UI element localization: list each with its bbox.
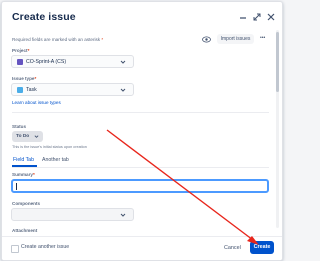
import-issues-button[interactable]: Import issues bbox=[217, 34, 254, 44]
attachment-label: Attachment bbox=[12, 228, 38, 233]
close-icon[interactable] bbox=[266, 12, 276, 22]
status-hint: This is the issue's initial status upon … bbox=[12, 145, 87, 149]
components-label: Components bbox=[12, 201, 41, 206]
project-select[interactable]: CO-Sprint-A (CS) bbox=[11, 55, 134, 68]
issue-type-value: Task bbox=[26, 87, 37, 93]
create-another-label: Create another issue bbox=[21, 244, 70, 250]
chevron-down-icon bbox=[34, 135, 39, 138]
required-star: * bbox=[101, 37, 104, 42]
learn-issue-types-link[interactable]: Learn about issue types bbox=[12, 100, 61, 105]
cancel-button[interactable]: Cancel bbox=[221, 242, 244, 254]
create-issue-dialog: Create issue Required fields are marked … bbox=[1, 1, 283, 261]
eye-icon[interactable] bbox=[202, 36, 211, 43]
tab-another-tab[interactable]: Another tab bbox=[42, 157, 69, 163]
dialog-title: Create issue bbox=[12, 11, 76, 23]
dialog-footer: Create another issue Cancel Create bbox=[2, 236, 282, 260]
dialog-body[interactable]: Required fields are marked with an aster… bbox=[2, 28, 276, 231]
tabs-divider bbox=[12, 167, 269, 168]
divider bbox=[12, 112, 269, 113]
issue-type-select[interactable]: Task bbox=[11, 83, 134, 96]
scrollbar-thumb[interactable] bbox=[276, 32, 279, 92]
status-dropdown[interactable]: To Do bbox=[12, 131, 43, 142]
issue-type-label-text: Issue type bbox=[12, 76, 35, 81]
task-icon bbox=[17, 87, 23, 93]
create-another-checkbox[interactable] bbox=[11, 245, 19, 253]
chevron-down-icon bbox=[120, 213, 126, 217]
text-caret bbox=[16, 183, 17, 190]
summary-input[interactable] bbox=[11, 179, 269, 193]
project-label-text: Project bbox=[12, 48, 28, 53]
required-note-text: Required fields are marked with an aster… bbox=[12, 37, 101, 42]
required-note: Required fields are marked with an aster… bbox=[12, 37, 103, 42]
chevron-down-icon bbox=[120, 88, 126, 92]
expand-icon[interactable] bbox=[252, 12, 262, 22]
project-value: CO-Sprint-A (CS) bbox=[26, 59, 67, 65]
project-icon bbox=[17, 59, 23, 65]
tab-field-tab[interactable]: Field Tab bbox=[13, 157, 34, 163]
components-select[interactable] bbox=[11, 208, 134, 221]
minimize-icon[interactable] bbox=[238, 12, 248, 22]
summary-label: Summary* bbox=[12, 172, 35, 177]
more-actions-button[interactable]: ••• bbox=[260, 35, 265, 41]
issue-type-label: Issue type* bbox=[12, 76, 37, 81]
status-label: Status bbox=[12, 124, 27, 129]
create-button[interactable]: Create bbox=[250, 241, 274, 254]
summary-label-text: Summary bbox=[12, 172, 33, 177]
status-value: To Do bbox=[16, 133, 30, 139]
chevron-down-icon bbox=[120, 60, 126, 64]
project-label: Project* bbox=[12, 48, 30, 53]
